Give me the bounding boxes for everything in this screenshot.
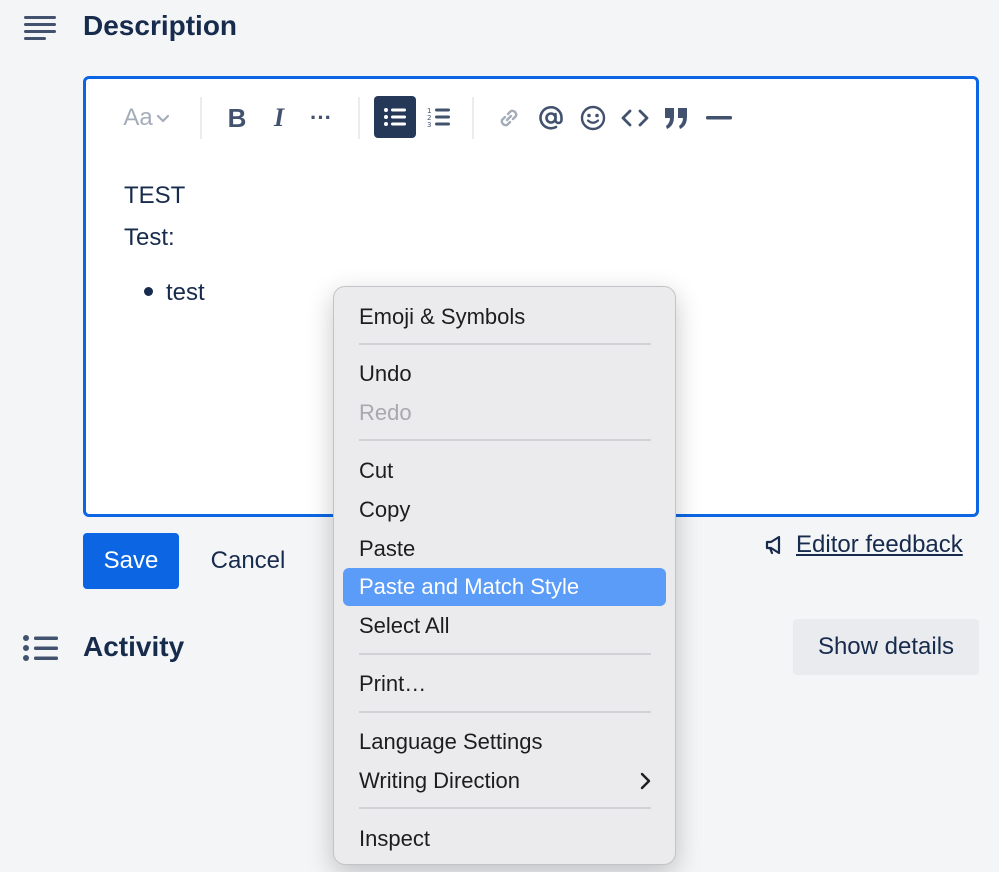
numbered-list-icon: 1 2 3	[427, 107, 450, 128]
code-icon	[621, 109, 649, 127]
cancel-button[interactable]: Cancel	[196, 533, 300, 589]
menu-separator	[359, 653, 651, 655]
editor-bullet-item: test	[166, 279, 205, 306]
menu-item-writing-direction[interactable]: Writing Direction	[343, 762, 666, 800]
emoji-button[interactable]	[574, 97, 612, 139]
quote-button[interactable]	[658, 97, 696, 139]
menu-item-copy[interactable]: Copy	[343, 491, 666, 529]
menu-separator	[359, 711, 651, 713]
menu-item-writing-direction-label: Writing Direction	[359, 768, 520, 793]
toolbar-divider	[358, 97, 360, 139]
code-button[interactable]	[616, 97, 654, 139]
toolbar-divider	[472, 97, 474, 139]
mention-button[interactable]	[532, 97, 570, 139]
toolbar-divider	[200, 97, 202, 139]
save-button[interactable]: Save	[83, 533, 179, 589]
description-title: Description	[83, 10, 238, 41]
show-details-button[interactable]: Show details	[793, 619, 979, 675]
chevron-down-icon	[156, 114, 169, 123]
mention-icon	[539, 106, 563, 130]
menu-item-language-settings[interactable]: Language Settings	[343, 723, 666, 761]
emoji-icon	[580, 105, 606, 131]
menu-item-select-all[interactable]: Select All	[343, 607, 666, 645]
chevron-right-icon	[640, 772, 651, 790]
editor-bullet-marker	[144, 287, 153, 296]
menu-item-undo[interactable]: Undo	[343, 355, 666, 393]
menu-separator	[359, 343, 651, 345]
menu-item-cut[interactable]: Cut	[343, 452, 666, 490]
bullet-list-icon	[384, 108, 406, 126]
editor-feedback-link[interactable]: Editor feedback	[764, 527, 963, 563]
menu-item-emoji-symbols[interactable]: Emoji & Symbols	[343, 298, 666, 336]
bold-icon: B	[227, 102, 247, 133]
context-menu: Emoji & Symbols Undo Redo Cut Copy Paste…	[333, 286, 676, 865]
text-style-button[interactable]: Aa	[116, 97, 178, 139]
svg-text:3: 3	[427, 121, 431, 128]
text-lines-icon	[22, 14, 58, 47]
menu-separator	[359, 807, 651, 809]
menu-item-redo: Redo	[359, 400, 412, 425]
menu-item-print[interactable]: Print…	[343, 665, 666, 703]
link-button[interactable]	[490, 97, 528, 139]
activity-list-icon	[22, 634, 60, 667]
bullet-list-button[interactable]	[374, 96, 416, 138]
menu-item-paste[interactable]: Paste	[343, 530, 666, 568]
menu-item-paste-and-match-style[interactable]: Paste and Match Style	[343, 568, 666, 606]
activity-title: Activity	[83, 631, 185, 662]
menu-item-inspect[interactable]: Inspect	[343, 820, 666, 858]
bold-button[interactable]: B	[218, 97, 256, 139]
italic-icon: I	[273, 103, 285, 132]
menu-separator	[359, 439, 651, 441]
editor-feedback-label: Editor feedback	[796, 531, 963, 558]
italic-button[interactable]: I	[260, 97, 298, 139]
editor-line: TEST	[124, 182, 186, 209]
numbered-list-button[interactable]: 1 2 3	[418, 96, 460, 138]
divider-icon	[706, 116, 732, 120]
editor-line: Test:	[124, 224, 175, 251]
megaphone-icon	[765, 535, 781, 555]
quote-icon	[665, 108, 687, 129]
link-icon	[500, 109, 518, 127]
divider-button[interactable]	[700, 97, 738, 139]
more-icon: ···	[310, 105, 332, 130]
text-style-icon: Aa	[123, 104, 153, 131]
more-formatting-button[interactable]: ···	[302, 97, 340, 139]
